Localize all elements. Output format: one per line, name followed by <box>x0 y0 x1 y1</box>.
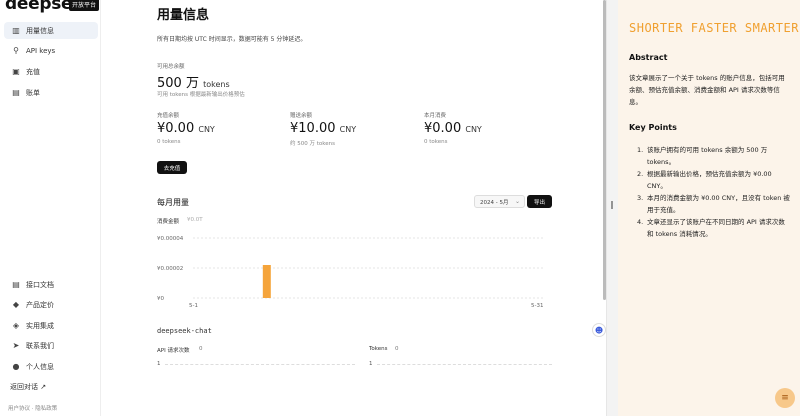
list-item: 1. 该账户拥有的可用 tokens 余额为 500 万 tokens。 <box>637 146 768 166</box>
keypoints-list: 1. 该账户拥有的可用 tokens 余额为 500 万 tokens。 2. 根据… <box>629 145 791 241</box>
gift-balance-tokens: 约 500 万 tokens <box>290 141 335 147</box>
gift-balance-label: 赠送余额 <box>290 113 313 119</box>
x-tick-label: 5-31 <box>531 303 543 309</box>
summary-headline: SHORTER FASTER SMARTER <box>629 21 799 35</box>
abstract-title: Abstract <box>629 53 668 62</box>
spend-label: 消费金额 <box>157 219 180 225</box>
sidebar-item-pricing[interactable]: ◆ 产品定价 <box>4 296 98 313</box>
gift-amount: ¥10.00 <box>290 121 336 136</box>
sidebar-item-label: 产品定价 <box>26 300 54 309</box>
api-gridline <box>165 364 355 365</box>
stack-icon: ◈ <box>12 321 20 330</box>
gift-unit: CNY <box>339 125 357 134</box>
recharge-balance-value: ¥0.00 CNY <box>157 121 215 136</box>
export-button[interactable]: 导出 <box>527 195 552 208</box>
api-requests-value: 0 <box>199 346 203 352</box>
tokens-value: 0 <box>395 346 399 352</box>
sidebar-item-label: 用量信息 <box>26 26 54 35</box>
sidebar-item-label: 实用集成 <box>26 321 54 330</box>
utc-note: 所有日期均按 UTC 时间显示，数据可能有 5 分钟延迟。 <box>157 36 307 43</box>
back-to-chat-link[interactable]: 返回对话 ↗ <box>4 378 98 395</box>
available-balance-value: 500 万 tokens <box>157 72 230 91</box>
y-tick-label: ¥0 <box>157 296 164 302</box>
bill-icon: ▤ <box>12 88 20 97</box>
sidebar-item-recharge[interactable]: ▣ 充值 <box>4 63 98 80</box>
search-icon: ⚲ <box>13 46 19 55</box>
sidebar-item-api-keys[interactable]: ⚲ API keys <box>4 42 98 59</box>
doc-icon: ▤ <box>12 280 20 289</box>
y-tick-label: ¥0.00004 <box>157 236 184 242</box>
gift-balance-value: ¥10.00 CNY <box>290 121 356 136</box>
sidebar-item-label: 个人信息 <box>26 362 54 371</box>
summary-panel: SHORTER FASTER SMARTER Abstract 该文章展示了一个… <box>618 0 800 416</box>
chart-bar <box>262 265 271 298</box>
abstract-text: 该文章展示了一个关于 tokens 的账户信息，包括可用余额、预估充值余额、消费… <box>629 74 785 106</box>
page-title: 用量信息 <box>157 8 210 23</box>
available-balance-label: 可用总余额 <box>157 64 185 70</box>
month-select-value: 2024 - 5月 <box>480 199 509 206</box>
available-unit: tokens <box>203 80 230 89</box>
tokens-axis-tick: 1 <box>369 361 373 367</box>
month-spend-label: 本月消费 <box>424 113 447 119</box>
wallet-icon: ▣ <box>12 67 20 76</box>
sidebar-item-integrations[interactable]: ◈ 实用集成 <box>4 317 98 334</box>
available-amount: 500 万 <box>157 76 199 91</box>
tokens-gridline <box>377 364 552 365</box>
sidebar-item-label: 联系我们 <box>26 341 54 350</box>
list-item: 2. 根据最新输出价格，预估充值余额为 ¥0.00 CNY。 <box>637 170 772 190</box>
y-tick-label: ¥0.00002 <box>157 266 183 272</box>
recharge-button[interactable]: 去充值 <box>157 161 187 174</box>
month-spend-amount: ¥0.00 <box>424 121 462 136</box>
sidebar-item-label: API keys <box>26 46 56 55</box>
app-window: deepseek 开放平台 ▥ 用量信息 ⚲ API keys ▣ 充值 ▤ 账… <box>0 0 800 416</box>
x-tick-label: 5-1 <box>189 303 198 309</box>
sidebar-item-bills[interactable]: ▤ 账单 <box>4 84 98 101</box>
recharge-unit: CNY <box>198 125 215 134</box>
sidebar-item-docs[interactable]: ▤ 接口文档 <box>4 276 98 293</box>
person-icon: ● <box>12 362 20 371</box>
main-content: 用量信息 所有日期均按 UTC 时间显示，数据可能有 5 分钟延迟。 可用总余额… <box>101 0 606 416</box>
spend-bar-chart: ¥0.00004 ¥0.00002 ¥0 5-1 5-31 <box>157 236 545 309</box>
assistant-bot-icon[interactable]: ☻ <box>592 323 606 337</box>
menu-icon[interactable]: ≡ <box>775 388 795 408</box>
sidebar: deepseek 开放平台 ▥ 用量信息 ⚲ API keys ▣ 充值 ▤ 账… <box>0 0 101 416</box>
keypoints-title: Key Points <box>629 123 677 132</box>
api-requests-label: API 请求次数 <box>157 348 190 354</box>
tokens-label: Tokens <box>369 346 388 352</box>
legal-links[interactable]: 用户协议 · 隐私政策 <box>8 404 57 412</box>
sidebar-item-contact[interactable]: ➤ 联系我们 <box>4 337 98 354</box>
sidebar-item-profile[interactable]: ● 个人信息 <box>4 358 98 375</box>
spend-hint: ¥0.0T <box>187 217 203 223</box>
month-select[interactable]: 2024 - 5月 ⌄ <box>474 195 525 208</box>
monthly-usage-title: 每月用量 <box>157 198 189 207</box>
list-item: 3. 本月的消费金额为 ¥0.00 CNY，且没有 token 被用于充值。 <box>637 194 790 214</box>
recharge-amount: ¥0.00 <box>157 121 195 136</box>
api-axis-tick: 1 <box>157 361 161 367</box>
bar-chart-icon: ▥ <box>12 26 20 35</box>
available-balance-hint: 可用 tokens 根据最新输出价格预估 <box>157 92 245 98</box>
month-spend-value: ¥0.00 CNY <box>424 121 482 136</box>
drag-handle-icon[interactable]: ‖ <box>610 200 614 209</box>
month-spend-tokens: 0 tokens <box>424 139 448 145</box>
platform-badge: 开放平台 <box>69 0 100 11</box>
model-name: deepseek-chat <box>157 327 212 335</box>
send-icon: ➤ <box>12 341 20 350</box>
recharge-balance-label: 充值余额 <box>157 113 180 119</box>
month-spend-unit: CNY <box>465 125 482 134</box>
sidebar-item-label: 账单 <box>26 88 40 97</box>
chevron-down-icon: ⌄ <box>514 198 520 205</box>
sidebar-item-label: 充值 <box>26 67 40 76</box>
list-item: 4. 文章还显示了该账户在不同日期的 API 请求次数和 tokens 消耗情况。 <box>637 218 785 238</box>
recharge-balance-tokens: 0 tokens <box>157 139 181 145</box>
sidebar-item-usage[interactable]: ▥ 用量信息 <box>4 22 98 39</box>
tag-icon: ◆ <box>12 300 20 309</box>
sidebar-item-label: 接口文档 <box>26 280 54 289</box>
